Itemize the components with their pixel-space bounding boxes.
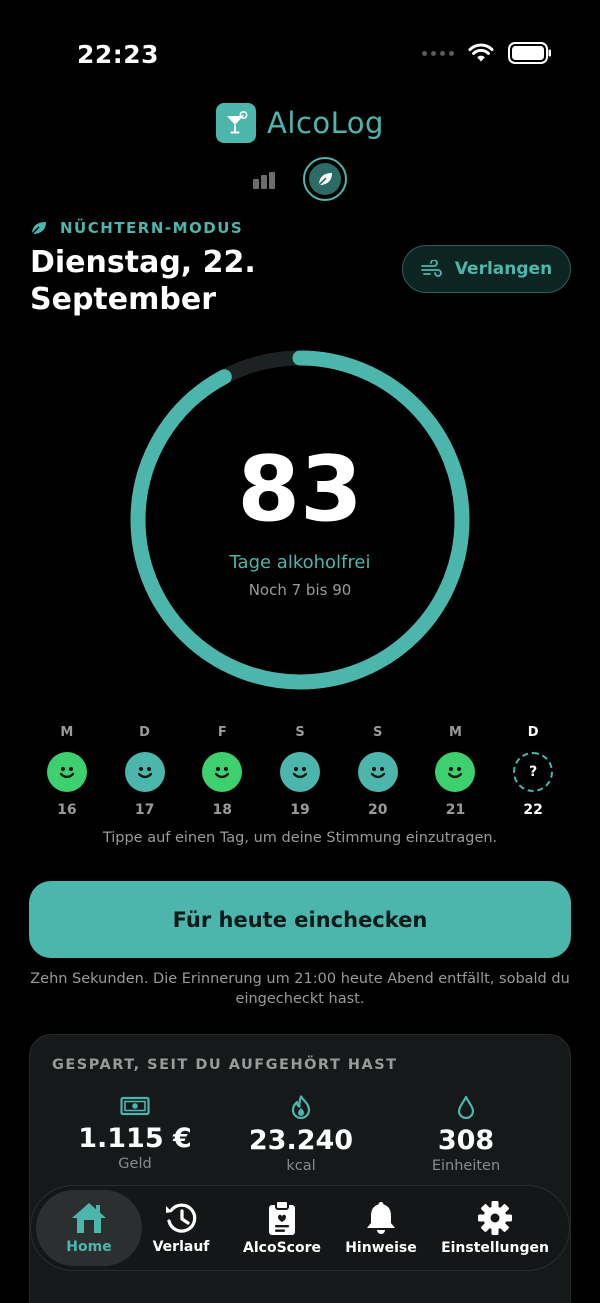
cocktail-icon (216, 103, 257, 143)
sober-mode-button[interactable] (303, 157, 347, 201)
tab-home[interactable]: Home (36, 1190, 142, 1266)
day-letter: S (295, 725, 305, 740)
tab-settings[interactable]: Einstellungen (441, 1186, 549, 1270)
flame-icon (291, 1095, 311, 1119)
checkin-note: Zehn Sekunden. Die Erinnerung um 21:00 h… (30, 971, 570, 1007)
savings-kcal-label: kcal (286, 1158, 316, 1174)
tab-notifications-label: Hinweise (345, 1240, 417, 1256)
savings-stat-money: 1.115 € Geld (55, 1095, 215, 1172)
day-number: 20 (367, 802, 388, 818)
cellular-signal-icon (422, 50, 454, 56)
progress-ring-content: 83 Tage alkoholfrei Noch 7 bis 90 (130, 350, 470, 690)
day-letter: M (60, 725, 74, 740)
app-name: AlcoLog (267, 106, 384, 140)
day-6[interactable]: D? 22 (494, 725, 572, 818)
tab-settings-label: Einstellungen (441, 1240, 549, 1256)
smiley-icon[interactable] (280, 752, 321, 792)
drop-icon (457, 1095, 475, 1119)
day-letter: M (448, 725, 462, 740)
day-number: 19 (290, 802, 310, 818)
mode-switch (0, 157, 600, 201)
mode-label-text: NÜCHTERN-MODUS (60, 219, 244, 237)
days-label: Tage alkoholfrei (229, 552, 371, 573)
savings-stat-kcal: 23.240 kcal (221, 1095, 381, 1174)
battery-icon (508, 42, 551, 64)
bell-icon (367, 1202, 395, 1234)
savings-money-value: 1.115 € (78, 1123, 192, 1154)
savings-stat-units: 308 Einheiten (386, 1095, 546, 1174)
day-letter: D (139, 725, 150, 740)
gear-icon (478, 1201, 512, 1235)
tab-bar: Home Verlauf AlcoScore Hinweise Einstell… (30, 1185, 570, 1271)
app-screen: 22:23 AlcoLog NÜCHTERN-MODUS Dienstag, 2… (0, 0, 600, 1303)
savings-kcal-value: 23.240 (248, 1125, 354, 1156)
day-number: 21 (445, 802, 466, 818)
day-0[interactable]: M 16 (28, 725, 106, 818)
leaf-icon (309, 163, 341, 195)
clipboard-icon (269, 1200, 295, 1235)
tab-alcoscore[interactable]: AlcoScore (232, 1186, 332, 1270)
history-icon (166, 1203, 197, 1233)
progress-ring: 83 Tage alkoholfrei Noch 7 bis 90 (130, 350, 470, 690)
date-title: Dienstag, 22. September (30, 245, 256, 317)
home-icon (72, 1203, 106, 1233)
days-count: 83 (237, 437, 363, 542)
craving-button[interactable]: Verlangen (402, 245, 571, 293)
day-number: 18 (212, 802, 233, 818)
day-number: 17 (134, 802, 155, 818)
week-mood-strip: M 16 D 17 F 18 S 19 S 20 M 21 D? 22 (28, 725, 572, 818)
day-2[interactable]: F 18 (183, 725, 261, 818)
mood-hint: Tippe auf einen Tag, um deine Stimmung e… (102, 830, 498, 846)
checkin-button[interactable]: Für heute einchecken (29, 881, 571, 958)
smiley-icon[interactable] (357, 752, 398, 792)
smiley-icon[interactable] (202, 752, 243, 792)
day-5[interactable]: M 21 (417, 725, 495, 818)
day-number: 22 (523, 802, 543, 818)
savings-units-label: Einheiten (431, 1158, 501, 1174)
savings-money-label: Geld (118, 1156, 152, 1172)
day-3[interactable]: S 19 (261, 725, 339, 818)
mood-unknown-button[interactable]: ? (513, 752, 554, 792)
smiley-icon[interactable] (124, 752, 165, 792)
savings-units-value: 308 (437, 1125, 495, 1156)
savings-title: GESPART, SEIT DU AUFGEHÖRT HAST (52, 1057, 398, 1073)
wifi-icon (468, 43, 494, 62)
tab-history-label: Verlauf (152, 1239, 210, 1255)
app-logo: AlcoLog (0, 103, 600, 143)
tab-home-label: Home (66, 1239, 112, 1255)
smiley-icon[interactable] (435, 752, 476, 792)
status-time: 22:23 (77, 40, 160, 69)
tab-history[interactable]: Verlauf (143, 1186, 219, 1270)
smiley-icon[interactable] (46, 752, 87, 792)
day-letter: F (217, 725, 227, 740)
day-letter: D (527, 725, 539, 740)
mode-label: NÜCHTERN-MODUS (30, 219, 243, 237)
craving-button-label: Verlangen (454, 259, 553, 279)
tab-notifications[interactable]: Hinweise (341, 1186, 421, 1270)
leaf-icon (31, 222, 46, 235)
money-icon (120, 1096, 150, 1116)
days-remaining: Noch 7 bis 90 (248, 581, 352, 599)
tab-alcoscore-label: AlcoScore (243, 1240, 321, 1256)
wind-icon (420, 260, 442, 277)
day-4[interactable]: S 20 (339, 725, 417, 818)
day-1[interactable]: D 17 (106, 725, 184, 818)
status-icons (422, 42, 552, 64)
day-letter: S (373, 725, 383, 740)
stats-mode-icon[interactable] (253, 169, 275, 189)
day-number: 16 (57, 802, 77, 818)
